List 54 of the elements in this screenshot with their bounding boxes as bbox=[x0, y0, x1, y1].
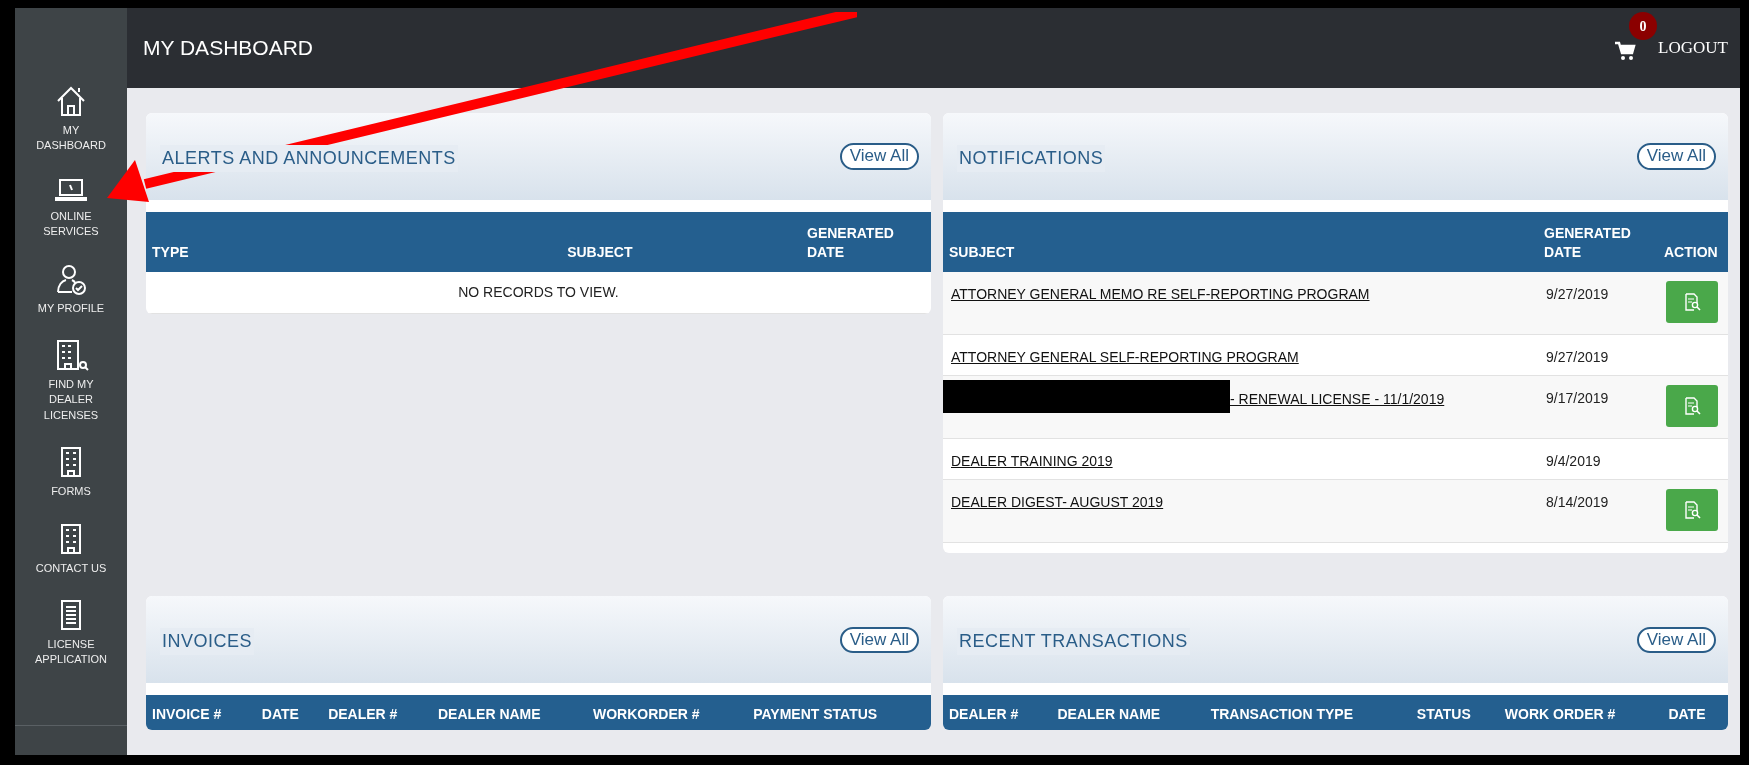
logout-link[interactable]: LOGOUT bbox=[1658, 35, 1728, 61]
column-header: DEALER # bbox=[943, 695, 1052, 731]
column-header: GENERATED DATE bbox=[801, 212, 931, 272]
sidebar-item[interactable]: MY PROFILE bbox=[35, 261, 107, 316]
sidebar-item[interactable]: LICENSE APPLICATION bbox=[29, 597, 113, 668]
sidebar-item[interactable]: ONLINE SERVICES bbox=[29, 175, 113, 240]
column-header: TRANSACTION TYPE bbox=[1204, 695, 1411, 731]
subject-link[interactable]: DEALER TRAINING 2019 bbox=[951, 453, 1113, 470]
empty-message: NO RECORDS TO VIEW. bbox=[146, 271, 931, 314]
column-header: WORKORDER # bbox=[586, 695, 748, 731]
column-header: DEALER NAME bbox=[1051, 695, 1205, 731]
page-title: MY DASHBOARD bbox=[143, 35, 313, 61]
column-header: PAYMENT STATUS bbox=[747, 695, 931, 731]
subject-link[interactable]: ATTORNEY GENERAL MEMO RE SELF-REPORTING PROGRAM bbox=[951, 285, 1370, 302]
panel-title: INVOICES bbox=[160, 628, 255, 656]
panel-title: NOTIFICATIONS bbox=[957, 145, 1106, 172]
view-all-button[interactable]: View All bbox=[1636, 143, 1716, 170]
view-all-button[interactable]: View All bbox=[839, 143, 919, 170]
sidebar-item[interactable]: FORMS bbox=[49, 445, 93, 500]
date-cell: 8/14/2019 bbox=[1538, 479, 1658, 543]
column-header: SUBJECT bbox=[398, 212, 801, 272]
date-cell: 9/27/2019 bbox=[1538, 271, 1658, 335]
column-header: DEALER # bbox=[322, 695, 432, 731]
sidebar-item[interactable]: MY DASHBOARD bbox=[29, 84, 113, 154]
column-header: ACTION bbox=[1658, 212, 1728, 272]
view-document-button[interactable] bbox=[1666, 280, 1718, 323]
document-search-icon bbox=[1683, 397, 1701, 416]
date-cell: 9/17/2019 bbox=[1538, 375, 1658, 439]
document-search-icon bbox=[1683, 292, 1701, 311]
column-header: STATUS bbox=[1410, 695, 1499, 731]
date-cell: 9/27/2019 bbox=[1538, 334, 1658, 376]
subject-link[interactable]: - RENEWAL LICENSE - 11/1/2019 bbox=[1230, 391, 1445, 408]
cart-count-badge: 0 bbox=[1629, 12, 1658, 40]
column-header: DATE bbox=[1662, 695, 1728, 731]
view-document-button[interactable] bbox=[1666, 489, 1718, 532]
column-header: INVOICE # bbox=[146, 695, 256, 731]
panel-title: ALERTS AND ANNOUNCEMENTS bbox=[160, 145, 458, 172]
panel-title: RECENT TRANSACTIONS bbox=[957, 628, 1190, 656]
view-all-button[interactable]: View All bbox=[1636, 626, 1716, 653]
column-header: DATE bbox=[255, 695, 323, 731]
column-header: GENERATED DATE bbox=[1538, 212, 1658, 272]
column-header: WORK ORDER # bbox=[1498, 695, 1663, 731]
subject-link[interactable]: DEALER DIGEST- AUGUST 2019 bbox=[951, 494, 1164, 511]
cart-icon[interactable] bbox=[1614, 40, 1637, 61]
subject-link[interactable]: ATTORNEY GENERAL SELF-REPORTING PROGRAM bbox=[951, 349, 1299, 366]
column-header: DEALER NAME bbox=[431, 695, 587, 731]
sidebar-item[interactable]: FIND MY DEALER LICENSES bbox=[29, 337, 113, 424]
view-document-button[interactable] bbox=[1666, 385, 1718, 428]
document-search-icon bbox=[1683, 501, 1701, 520]
column-header: TYPE bbox=[146, 212, 399, 272]
sidebar-item[interactable]: CONTACT US bbox=[33, 521, 109, 576]
column-header: SUBJECT bbox=[943, 212, 1538, 272]
view-all-button[interactable]: View All bbox=[839, 626, 919, 653]
date-cell: 9/4/2019 bbox=[1538, 438, 1658, 480]
